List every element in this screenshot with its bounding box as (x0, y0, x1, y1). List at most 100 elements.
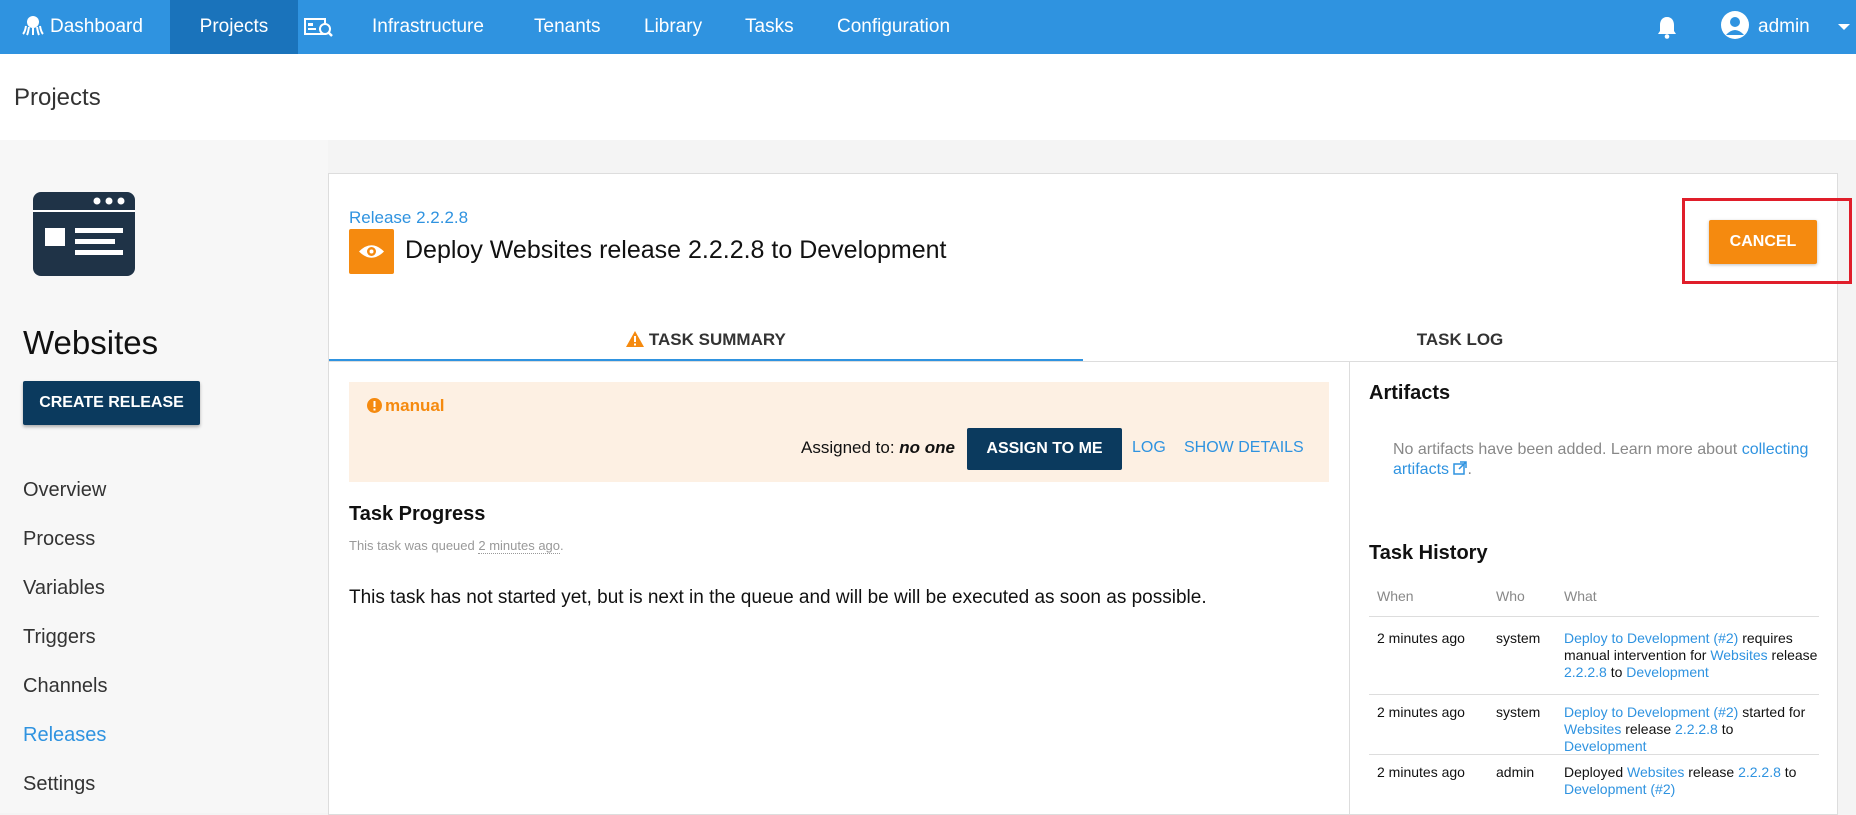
nav-tasks-label: Tasks (745, 16, 794, 37)
history-link-environment[interactable]: Development (1564, 738, 1647, 754)
tab-task-summary[interactable]: TASK SUMMARY (329, 312, 1083, 360)
cancel-button[interactable]: CANCEL (1709, 220, 1817, 264)
history-text: release (1621, 721, 1676, 737)
history-link-project[interactable]: Websites (1710, 647, 1767, 663)
nav-infrastructure-label: Infrastructure (372, 16, 484, 37)
chevron-down-icon (1838, 23, 1851, 30)
nav-infrastructure[interactable]: Infrastructure (372, 0, 484, 54)
create-release-button[interactable]: CREATE RELEASE (23, 381, 200, 425)
manual-intervention-panel: manual Assigned to: no one ASSIGN TO ME … (349, 382, 1329, 482)
notifications-button[interactable] (1656, 0, 1678, 54)
task-progress-heading: Task Progress (349, 503, 486, 525)
release-link[interactable]: Release 2.2.2.8 (349, 208, 468, 228)
sidebar-item-settings[interactable]: Settings (23, 773, 95, 796)
avatar-icon (1721, 11, 1749, 40)
history-link-deploy[interactable]: Deploy to Development (#2) (1564, 630, 1738, 646)
nav-configuration[interactable]: Configuration (837, 0, 950, 54)
history-header-when: When (1377, 588, 1414, 604)
sidebar-item-process[interactable]: Process (23, 528, 95, 551)
artifacts-period: . (1467, 461, 1472, 478)
bell-icon (1658, 16, 1676, 39)
artifacts-message: No artifacts have been added. Learn more… (1393, 440, 1813, 480)
nav-library-label: Library (644, 16, 703, 37)
history-text: started for (1738, 704, 1806, 720)
nav-tenants[interactable]: Tenants (534, 0, 601, 54)
queued-prefix: This task was queued (349, 538, 475, 553)
nav-search-dashboard[interactable] (304, 0, 334, 54)
external-link-icon (1453, 461, 1468, 476)
nav-dashboard-label: Dashboard (50, 16, 143, 37)
column-divider (1349, 362, 1350, 814)
tabs-divider (329, 361, 1837, 362)
history-link-project[interactable]: Websites (1564, 721, 1621, 737)
task-card: Release 2.2.2.8 Deploy Websites release … (328, 173, 1852, 815)
history-link-environment[interactable]: Development (#2) (1564, 781, 1675, 797)
history-text: release (1767, 647, 1818, 663)
history-text: release (1684, 764, 1739, 780)
sidebar-item-overview[interactable]: Overview (23, 479, 106, 502)
project-sidebar: Websites CREATE RELEASE Overview Process… (0, 140, 328, 813)
warning-icon (626, 330, 645, 347)
history-text: to (1780, 764, 1797, 780)
history-link-release[interactable]: 2.2.2.8 (1675, 721, 1718, 737)
nav-configuration-label: Configuration (837, 16, 951, 37)
user-menu[interactable]: admin (1720, 0, 1851, 54)
tab-task-log-label: TASK LOG (1416, 330, 1504, 349)
sidebar-item-channels[interactable]: Channels (23, 675, 108, 698)
history-link-release[interactable]: 2.2.2.8 (1738, 764, 1781, 780)
history-link-environment[interactable]: Development (1626, 664, 1709, 680)
nav-projects[interactable]: Projects (170, 0, 298, 54)
alert-circle-icon (367, 397, 382, 413)
history-row-what: Deployed Websites release 2.2.2.8 to Dev… (1564, 764, 1819, 798)
history-row-what: Deploy to Development (#2) started for W… (1564, 704, 1819, 755)
nav-library[interactable]: Library (644, 0, 702, 54)
page-header: Projects (0, 54, 1856, 140)
assigned-to: Assigned to: no one (801, 438, 955, 458)
artifacts-text: No artifacts have been added. Learn more… (1393, 441, 1738, 458)
history-link-project[interactable]: Websites (1627, 764, 1684, 780)
sidebar-item-variables[interactable]: Variables (23, 577, 105, 600)
assigned-to-label: Assigned to: (801, 438, 895, 457)
task-history-heading: Task History (1369, 542, 1488, 564)
queued-time: 2 minutes ago (478, 538, 561, 554)
history-row-what: Deploy to Development (#2) requires manu… (1564, 630, 1819, 681)
history-text: to (1606, 664, 1627, 680)
tab-task-log[interactable]: TASK LOG (1083, 312, 1837, 360)
not-started-message: This task has not started yet, but is ne… (349, 587, 1207, 608)
dashboard-search-icon (304, 17, 333, 37)
sidebar-item-releases[interactable]: Releases (23, 724, 106, 747)
octopus-logo-icon (22, 16, 44, 36)
task-status-badge (349, 229, 394, 274)
show-details-link[interactable]: SHOW DETAILS (1184, 439, 1304, 457)
tab-task-summary-label: TASK SUMMARY (648, 330, 786, 349)
history-link-release[interactable]: 2.2.2.8 (1564, 664, 1607, 680)
manual-label-text: manual (385, 396, 445, 415)
task-title: Deploy Websites release 2.2.2.8 to Devel… (405, 236, 947, 264)
assign-to-me-button[interactable]: ASSIGN TO ME (967, 428, 1122, 470)
sidebar-item-triggers[interactable]: Triggers (23, 626, 96, 649)
history-text: Deployed (1564, 764, 1628, 780)
history-row-when: 2 minutes ago (1377, 764, 1465, 780)
nav-tenants-label: Tenants (534, 16, 601, 37)
history-row-who: system (1496, 630, 1541, 646)
history-header-who: Who (1496, 588, 1525, 604)
log-link[interactable]: LOG (1132, 439, 1166, 457)
history-row-who: admin (1496, 764, 1535, 780)
project-logo-icon (33, 192, 135, 276)
history-divider (1369, 694, 1819, 695)
history-row-when: 2 minutes ago (1377, 630, 1465, 646)
eye-icon (359, 245, 384, 258)
queued-text: This task was queued 2 minutes ago. (349, 538, 564, 554)
history-divider (1369, 616, 1819, 617)
history-link-deploy[interactable]: Deploy to Development (#2) (1564, 704, 1738, 720)
manual-label: manual (367, 396, 445, 416)
assigned-to-value: no one (899, 438, 956, 457)
top-nav-bar: Dashboard Projects Infrastructure Tenant… (0, 0, 1856, 54)
artifacts-heading: Artifacts (1369, 382, 1451, 404)
nav-tasks[interactable]: Tasks (745, 0, 794, 54)
nav-dashboard[interactable]: Dashboard (22, 0, 143, 54)
history-text: to (1717, 721, 1734, 737)
nav-projects-label: Projects (199, 16, 269, 37)
history-header-what: What (1564, 588, 1597, 604)
history-row-who: system (1496, 704, 1541, 720)
